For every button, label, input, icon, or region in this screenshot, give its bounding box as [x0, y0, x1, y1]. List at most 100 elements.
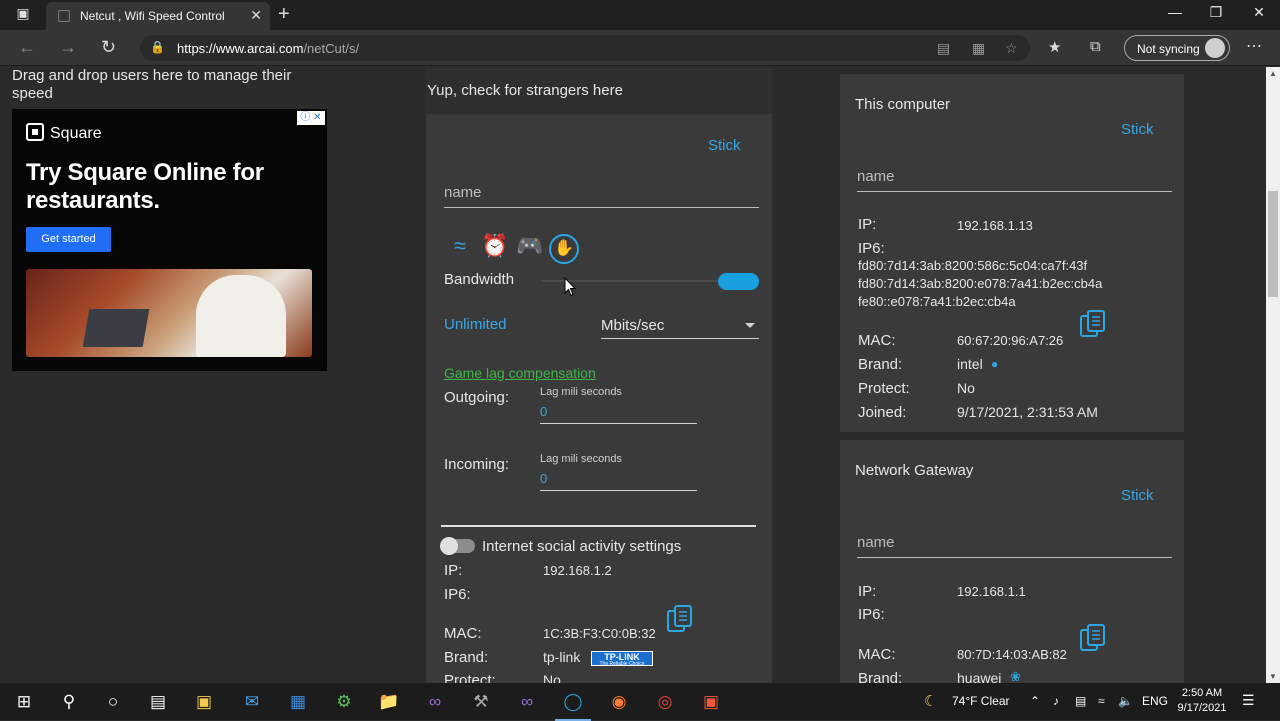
network-gateway-card[interactable]: Network Gateway Stick name IP: 192.168.1…	[840, 440, 1184, 683]
game-lag-compensation-link[interactable]: Game lag compensation	[444, 365, 596, 381]
restore-icon[interactable]: ❐	[1201, 4, 1231, 21]
name-input[interactable]: name	[857, 534, 1172, 558]
browser-tab[interactable]: Netcut , Wifi Speed Control ✕	[46, 2, 270, 30]
mail-icon[interactable]: ✉	[240, 690, 264, 714]
app-icon[interactable]: ▣	[699, 690, 723, 714]
meet-now-icon[interactable]: ▤	[1075, 694, 1086, 708]
tools-icon[interactable]: ⚒	[469, 690, 493, 714]
settings-app-icon[interactable]: ⚙	[332, 690, 356, 714]
outgoing-lag-input[interactable]: Lag mili seconds 0	[540, 386, 697, 424]
firefox-icon[interactable]: ◉	[607, 690, 631, 714]
visual-studio-icon[interactable]: ∞	[423, 690, 447, 714]
language-indicator[interactable]: ENG	[1142, 694, 1168, 708]
visual-studio-2-icon[interactable]: ∞	[515, 690, 539, 714]
ad-headline: Try Square Online for restaurants.	[26, 159, 264, 214]
new-tab-icon[interactable]: +	[278, 3, 290, 26]
chevron-down-icon	[745, 323, 755, 328]
page-scrollbar[interactable]: ▲ ▼	[1266, 67, 1280, 683]
more-options-icon[interactable]: ⋯	[1246, 36, 1262, 56]
ip-label: IP:	[858, 216, 877, 233]
chrome-icon[interactable]: ◎	[653, 690, 677, 714]
wifi-tray-icon[interactable]: ≈	[1098, 694, 1105, 708]
advertisement[interactable]: ⓘ ✕ Square Try Square Online for restaur…	[12, 109, 327, 371]
tab-close-icon[interactable]: ✕	[250, 7, 262, 24]
microphone-icon[interactable]: ♪	[1053, 694, 1059, 708]
clock-time: 2:50 AM	[1181, 687, 1223, 699]
edge-browser-icon[interactable]: ◯	[555, 690, 591, 721]
copy-icon[interactable]	[667, 605, 693, 633]
ad-photo-person	[196, 275, 286, 357]
add-favorite-icon[interactable]: ☆	[1005, 40, 1018, 57]
this-computer-card[interactable]: This computer Stick name IP: 192.168.1.1…	[840, 74, 1184, 432]
ad-brand: Square	[26, 123, 102, 143]
lock-icon[interactable]: 🔒	[150, 40, 165, 54]
ad-get-started-button[interactable]: Get started	[26, 227, 111, 252]
minimize-icon[interactable]: —	[1160, 4, 1190, 20]
incoming-lag-input[interactable]: Lag mili seconds 0	[540, 453, 697, 491]
mac-label: MAC:	[858, 646, 896, 663]
weather-moon-icon[interactable]: ☾	[924, 692, 937, 710]
search-icon[interactable]: ⚲	[57, 690, 81, 714]
scroll-down-icon[interactable]: ▼	[1269, 672, 1277, 681]
tray-expand-icon[interactable]: ⌃	[1030, 694, 1040, 708]
name-input[interactable]: name	[857, 168, 1172, 192]
weather-text[interactable]: 74°F Clear	[952, 694, 1010, 708]
brand-label: Brand:	[444, 649, 489, 666]
brand-label: Brand:	[858, 670, 903, 683]
notifications-icon[interactable]: ☰	[1242, 692, 1255, 709]
store-icon[interactable]: ▣	[192, 690, 216, 714]
joined-value: 9/17/2021, 2:31:53 AM	[957, 404, 1098, 420]
alarm-clock-icon[interactable]: ⏰	[479, 231, 511, 261]
scroll-up-icon[interactable]: ▲	[1269, 69, 1277, 78]
ip6-value-1: fd80:7d14:3ab:8200:586c:5c04:ca7f:43f	[858, 258, 1088, 273]
ip-value: 192.168.1.2	[543, 563, 612, 578]
sync-label: Not syncing	[1137, 42, 1200, 56]
scrollbar-thumb[interactable]	[1268, 191, 1278, 297]
forward-icon[interactable]: →	[59, 37, 77, 58]
read-aloud-icon[interactable]: ▤	[937, 40, 950, 57]
tab-favicon-icon	[58, 10, 70, 22]
apps-icon[interactable]: ▦	[972, 40, 985, 57]
sync-button[interactable]: Not syncing	[1124, 35, 1230, 61]
name-input[interactable]: name	[444, 184, 759, 208]
stop-hand-icon[interactable]: ✋	[549, 234, 579, 264]
card-title: Network Gateway	[855, 462, 974, 479]
file-explorer-icon[interactable]: 📁	[377, 690, 401, 714]
bandwidth-slider-thumb[interactable]	[718, 273, 759, 290]
favorites-icon[interactable]: ★	[1048, 38, 1061, 56]
protect-label: Protect:	[444, 672, 496, 683]
stick-button[interactable]: Stick	[1121, 121, 1154, 138]
stick-button[interactable]: Stick	[708, 137, 741, 154]
ip6-label: IP6:	[858, 240, 885, 257]
device-card[interactable]: Stick name ≈ ⏰ 🎮 ✋ Bandwidth Unlimited Mbit…	[426, 114, 772, 683]
bandwidth-value[interactable]: Unlimited	[444, 316, 507, 333]
unit-select[interactable]: Mbits/sec	[601, 311, 759, 339]
outgoing-label: Outgoing:	[444, 389, 510, 406]
adchoices-icon[interactable]: ⓘ ✕	[297, 111, 325, 125]
joined-label: Joined:	[858, 404, 907, 421]
clock[interactable]: 2:50 AM 9/17/2021	[1172, 686, 1232, 716]
back-icon[interactable]: ←	[18, 37, 36, 58]
incoming-label: Incoming:	[444, 456, 510, 473]
wifi-icon[interactable]: ≈	[444, 231, 476, 261]
mac-value: 1C:3B:F3:C0:0B:32	[543, 626, 656, 641]
divider	[441, 525, 756, 527]
task-view-icon[interactable]: ▤	[146, 690, 170, 714]
url-text[interactable]: https://www.arcai.com/netCut/s/	[177, 41, 359, 56]
volume-icon[interactable]: 🔈	[1118, 694, 1133, 708]
refresh-icon[interactable]: ↻	[101, 37, 116, 58]
mac-value: 80:7D:14:03:AB:82	[957, 647, 1067, 662]
calculator-icon[interactable]: ▦	[286, 690, 310, 714]
window-close-icon[interactable]: ✕	[1244, 4, 1274, 21]
strangers-header-text: Yup, check for strangers here	[427, 82, 623, 99]
stick-button[interactable]: Stick	[1121, 487, 1154, 504]
cortana-icon[interactable]: ○	[101, 690, 125, 714]
social-activity-toggle[interactable]	[440, 537, 475, 555]
copy-icon[interactable]	[1080, 624, 1106, 652]
collections-icon[interactable]: ⧉	[1090, 38, 1101, 55]
windows-start-icon[interactable]: ⊞	[12, 690, 36, 714]
copy-icon[interactable]	[1080, 310, 1106, 338]
tab-actions-icon[interactable]: ▣	[8, 5, 38, 25]
address-bar[interactable]: 🔒 https://www.arcai.com/netCut/s/ ▤ ▦ ☆	[140, 35, 1030, 61]
gamepad-icon[interactable]: 🎮	[514, 231, 546, 261]
